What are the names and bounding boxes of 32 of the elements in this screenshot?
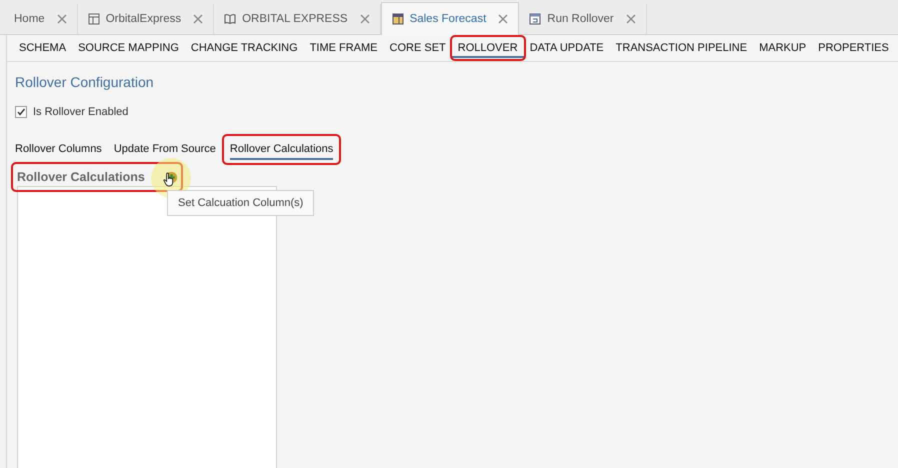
nav-tab[interactable]: CORE SET [384,38,452,58]
document-tab[interactable]: Run Rollover [519,4,647,34]
sub-tab[interactable]: Rollover Columns [15,140,102,160]
document-tab[interactable]: Sales Forecast [380,2,520,35]
close-icon[interactable] [360,14,370,24]
book-icon [224,13,236,25]
tooltip: Set Calcuation Column(s) [167,190,314,216]
nav-tab[interactable]: SOURCE MAPPING [72,38,185,58]
close-icon[interactable] [498,14,508,24]
sub-tab[interactable]: Rollover Calculations [230,140,334,160]
checkbox-label: Is Rollover Enabled [33,106,128,118]
page-title: Rollover Configuration [15,74,155,90]
hand-cursor-icon [163,172,174,187]
nav-tab[interactable]: ROLLOVER [452,38,524,58]
close-icon[interactable] [193,14,204,24]
document-tab[interactable]: OrbitalExpress [78,4,214,34]
nav-tab[interactable]: CHANGE TRACKING [184,38,304,58]
document-tab[interactable]: Home [4,4,78,34]
grid-icon [88,13,100,25]
nav-tab[interactable]: TRANSACTION PIPELINE [610,38,754,58]
table-icon [392,13,404,25]
sub-tab[interactable]: Update From Source [114,140,216,160]
section-title: Rollover Calculations [17,170,145,184]
close-icon[interactable] [56,14,67,24]
window-icon [529,13,542,25]
checkbox[interactable] [15,106,27,118]
close-icon[interactable] [626,14,636,24]
nav-tab[interactable]: DATA UPDATE [524,38,610,58]
nav-tab[interactable]: MARKUP [753,38,812,58]
nav-tab[interactable]: PROPERTIES [812,38,895,58]
nav-tab[interactable]: TIME FRAME [304,38,384,58]
nav-tab[interactable]: SCHEMA [13,38,72,58]
